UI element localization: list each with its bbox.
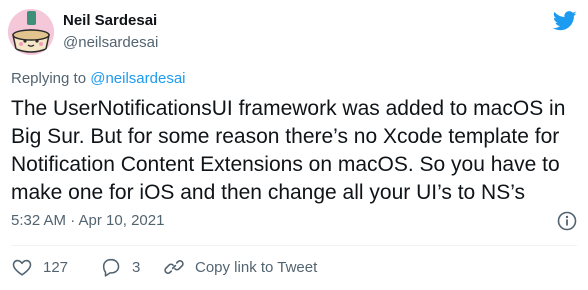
tweet-line: The UserNotificationsUI framework was ad…: [11, 97, 566, 120]
replying-prefix: Replying to: [11, 70, 87, 87]
divider: [11, 245, 577, 246]
replying-to: Replying to @neilsardesai: [11, 70, 186, 87]
reply-button[interactable]: 3: [100, 256, 140, 278]
tweet-line: Big Sur. But for some reason there’s no …: [11, 125, 560, 148]
tweet-line: Notification Content Extensions on macOS…: [11, 153, 560, 176]
tweet-line: make one for iOS and then change all you…: [11, 181, 526, 204]
replying-handle-link[interactable]: @neilsardesai: [90, 70, 185, 87]
copy-link-label: Copy link to Tweet: [195, 258, 318, 276]
copy-link-button[interactable]: Copy link to Tweet: [163, 256, 317, 278]
reply-icon: [102, 258, 120, 277]
like-count: 127: [43, 258, 69, 276]
author-name[interactable]: Neil Sardesai: [63, 12, 157, 29]
info-icon[interactable]: [556, 210, 578, 232]
reply-count: 3: [132, 258, 141, 276]
tweet-timestamp[interactable]: 5:32 AM · Apr 10, 2021: [11, 212, 164, 229]
link-icon: [164, 260, 184, 274]
tweet-card: Neil Sardesai @neilsardesai Replying to …: [0, 0, 588, 290]
author-handle[interactable]: @neilsardesai: [63, 34, 158, 51]
twitter-bird-icon[interactable]: [552, 10, 577, 32]
like-button[interactable]: 127: [11, 256, 68, 278]
action-bar: 127 3 Copy link to Tweet: [0, 256, 588, 280]
avatar[interactable]: [8, 9, 54, 55]
tweet-text: The UserNotificationsUI framework was ad…: [11, 95, 581, 207]
avatar-illustration: [8, 9, 54, 55]
heart-icon: [12, 259, 32, 276]
